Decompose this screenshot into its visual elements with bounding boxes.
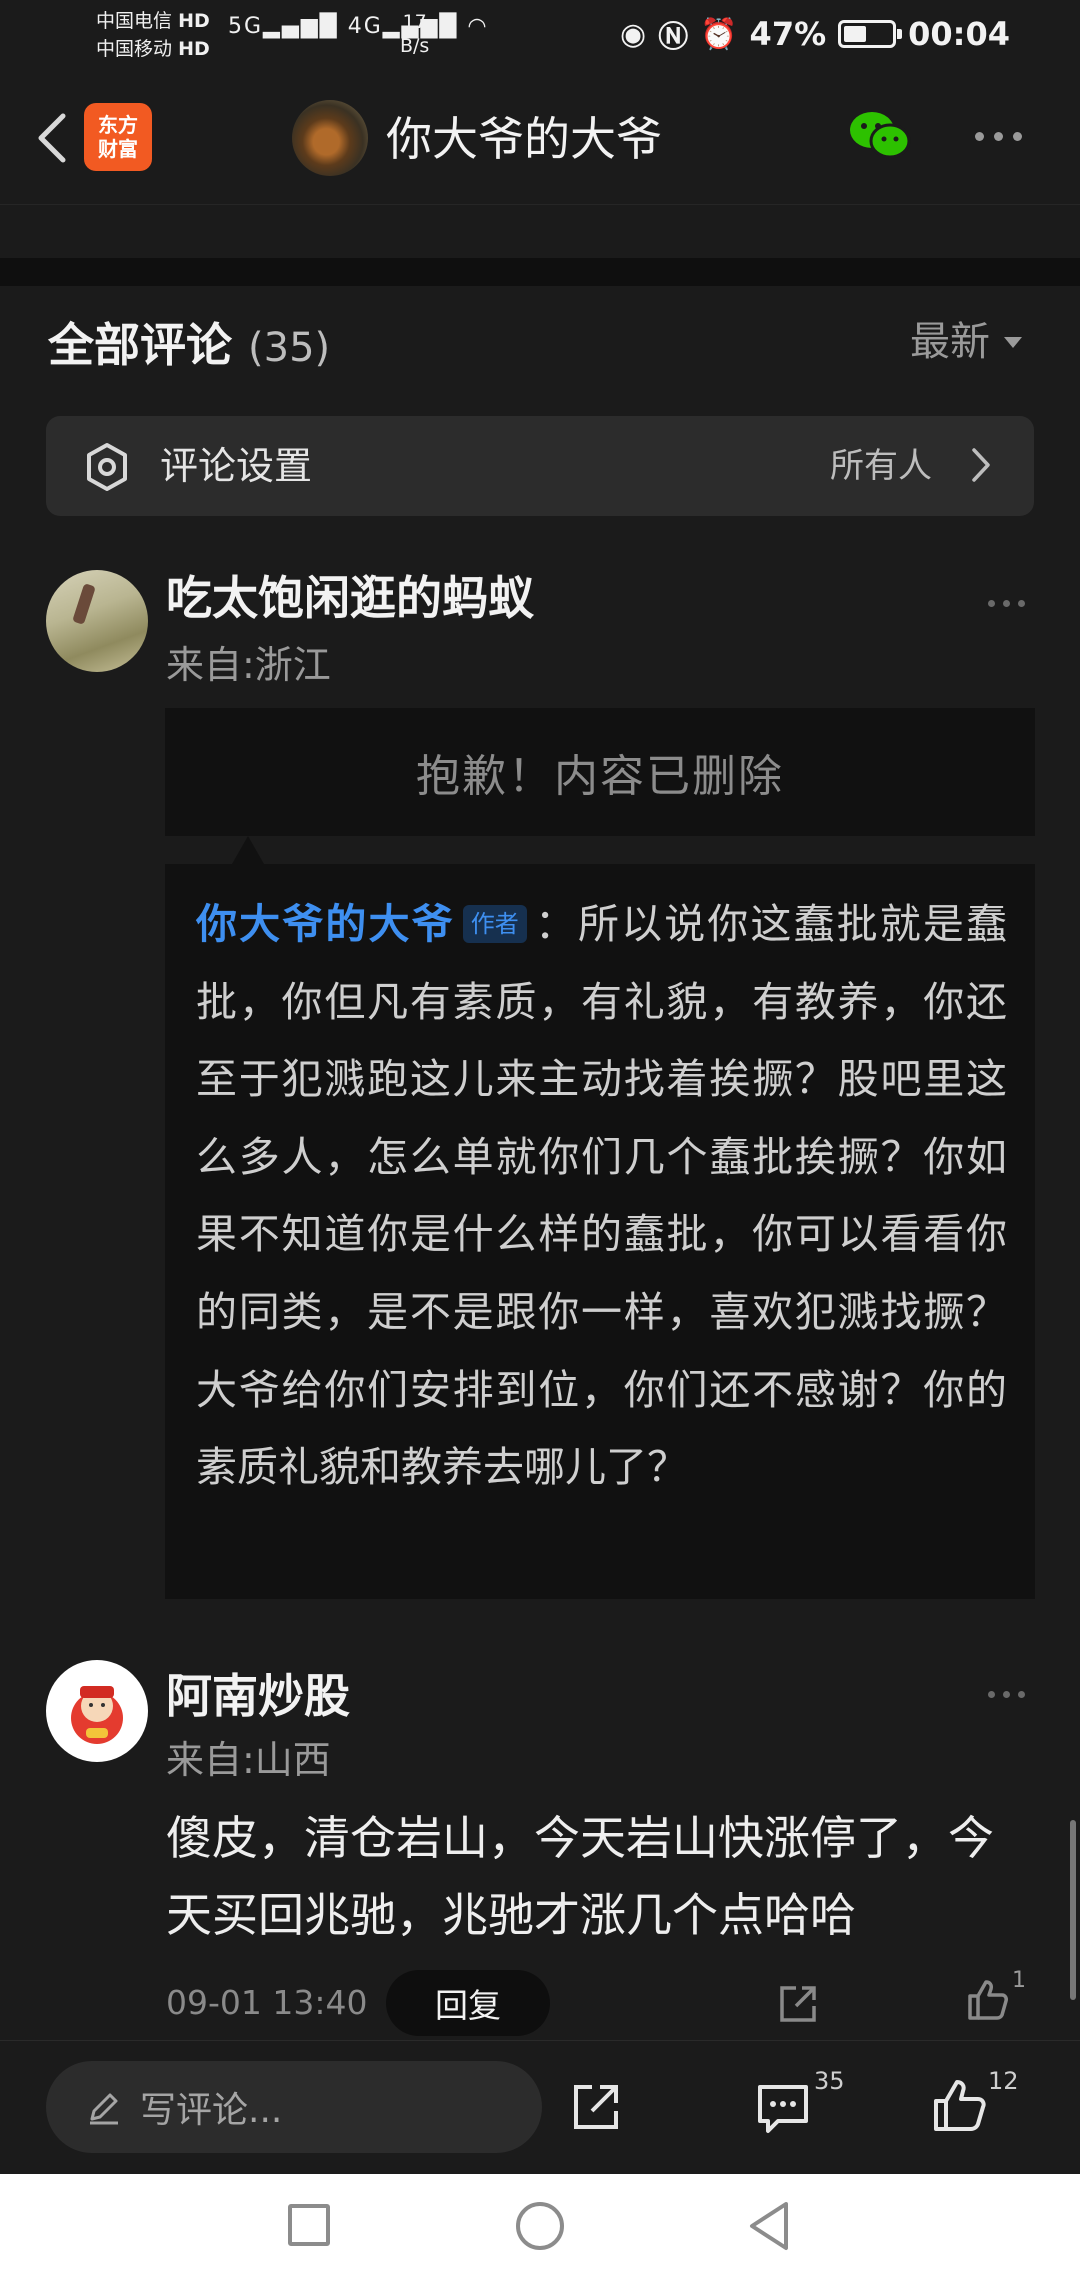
network-speed: 17 B/s bbox=[400, 11, 430, 57]
like-count: 1 bbox=[1012, 1968, 1026, 1993]
author-badge: 作者 bbox=[462, 905, 527, 943]
reply-quote[interactable]: 你大爷的大爷 作者 ：所以说你这蠢批就是蠢批，你但凡有素质，有礼貌，有教养，你还至于… bbox=[165, 864, 1035, 1599]
carrier-1: 中国电信 HD bbox=[96, 10, 210, 32]
more-icon[interactable] bbox=[975, 132, 1022, 141]
gear-icon bbox=[82, 442, 132, 496]
reply-text: ：所以说你这蠢批就是蠢批，你但凡有素质，有礼貌，有教养，你还至于犯溅跑这儿来主动… bbox=[196, 900, 1008, 1492]
comment-username[interactable]: 阿南炒股 bbox=[166, 1664, 350, 1728]
comment-location: 来自:山西 bbox=[166, 1738, 331, 1782]
page-title[interactable]: 你大爷的大爷 bbox=[386, 104, 662, 174]
comment-count-badge: 35 bbox=[814, 2067, 845, 2095]
quote-notch bbox=[232, 836, 264, 864]
settings-label: 评论设置 bbox=[160, 444, 313, 488]
comments-heading: 全部评论 (35) bbox=[48, 318, 331, 372]
status-right: ◉ Ⓝ ⏰ 47% 00:04 bbox=[620, 14, 1010, 55]
like-count-badge: 12 bbox=[988, 2067, 1019, 2095]
comment-body: 傻皮，清仓岩山，今天岩山快涨停了，今天买回兆驰，兆驰才涨几个点哈哈 bbox=[166, 1811, 994, 1942]
sort-dropdown[interactable]: 最新 bbox=[910, 312, 1022, 372]
system-navigation-bar bbox=[0, 2174, 1080, 2280]
back-icon[interactable] bbox=[22, 108, 82, 168]
scrollbar[interactable] bbox=[1070, 1820, 1076, 2000]
comment-icon[interactable] bbox=[754, 2079, 812, 2141]
comment-username[interactable]: 吃太饱闲逛的蚂蚁 bbox=[166, 566, 534, 630]
battery-percent: 47% bbox=[749, 15, 827, 53]
signal-icons: 5G▂▄▆█ 4G▂▄▆█ ◠ bbox=[228, 14, 489, 39]
chevron-down-icon bbox=[1004, 336, 1022, 348]
comment-location: 来自:浙江 bbox=[166, 643, 331, 687]
eye-icon: ◉ bbox=[620, 16, 647, 52]
chevron-right-icon bbox=[970, 446, 992, 488]
status-bar: 中国电信 HD 中国移动 HD 5G▂▄▆█ 4G▂▄▆█ ◠ 17 B/s ◉… bbox=[0, 0, 1080, 70]
settings-value: 所有人 bbox=[830, 446, 932, 486]
app-logo[interactable]: 东方 财富 bbox=[84, 103, 152, 171]
comment-more-icon[interactable] bbox=[988, 1691, 1025, 1698]
battery-icon bbox=[838, 20, 903, 48]
nfc-icon: Ⓝ bbox=[658, 20, 689, 55]
bottom-action-bar: 写评论... 35 12 bbox=[0, 2040, 1080, 2174]
pencil-icon bbox=[90, 2093, 118, 2125]
home-icon[interactable] bbox=[516, 2202, 564, 2250]
like-icon[interactable] bbox=[964, 1976, 1012, 2028]
share-icon[interactable] bbox=[776, 1982, 820, 2030]
divider-band bbox=[0, 258, 1080, 286]
top-app-bar: 东方 财富 你大爷的大爷 bbox=[0, 70, 1080, 205]
comments-count: (35) bbox=[248, 325, 331, 371]
comment-input-placeholder: 写评论... bbox=[140, 2090, 283, 2131]
carrier-2: 中国移动 HD bbox=[96, 38, 210, 60]
reply-button[interactable]: 回复 bbox=[386, 1970, 550, 2036]
comment-settings-row[interactable]: 评论设置 所有人 bbox=[46, 416, 1034, 516]
share-icon[interactable] bbox=[568, 2079, 624, 2139]
author-avatar[interactable] bbox=[292, 100, 368, 176]
deleted-content-notice: 抱歉！内容已删除 bbox=[165, 708, 1035, 836]
comment-input[interactable]: 写评论... bbox=[46, 2061, 542, 2153]
reply-author-link[interactable]: 你大爷的大爷 bbox=[196, 900, 455, 948]
wechat-share-icon[interactable] bbox=[848, 108, 912, 166]
recent-apps-icon[interactable] bbox=[288, 2204, 330, 2246]
clock: 00:04 bbox=[908, 15, 1010, 53]
like-icon[interactable] bbox=[930, 2075, 990, 2139]
avatar[interactable] bbox=[46, 1660, 148, 1762]
back-triangle-icon[interactable] bbox=[746, 2200, 790, 2256]
alarm-icon: ⏰ bbox=[700, 16, 738, 52]
comment-time: 09-01 13:40 bbox=[166, 1983, 368, 2022]
avatar[interactable] bbox=[46, 570, 148, 672]
comment-more-icon[interactable] bbox=[988, 600, 1025, 607]
